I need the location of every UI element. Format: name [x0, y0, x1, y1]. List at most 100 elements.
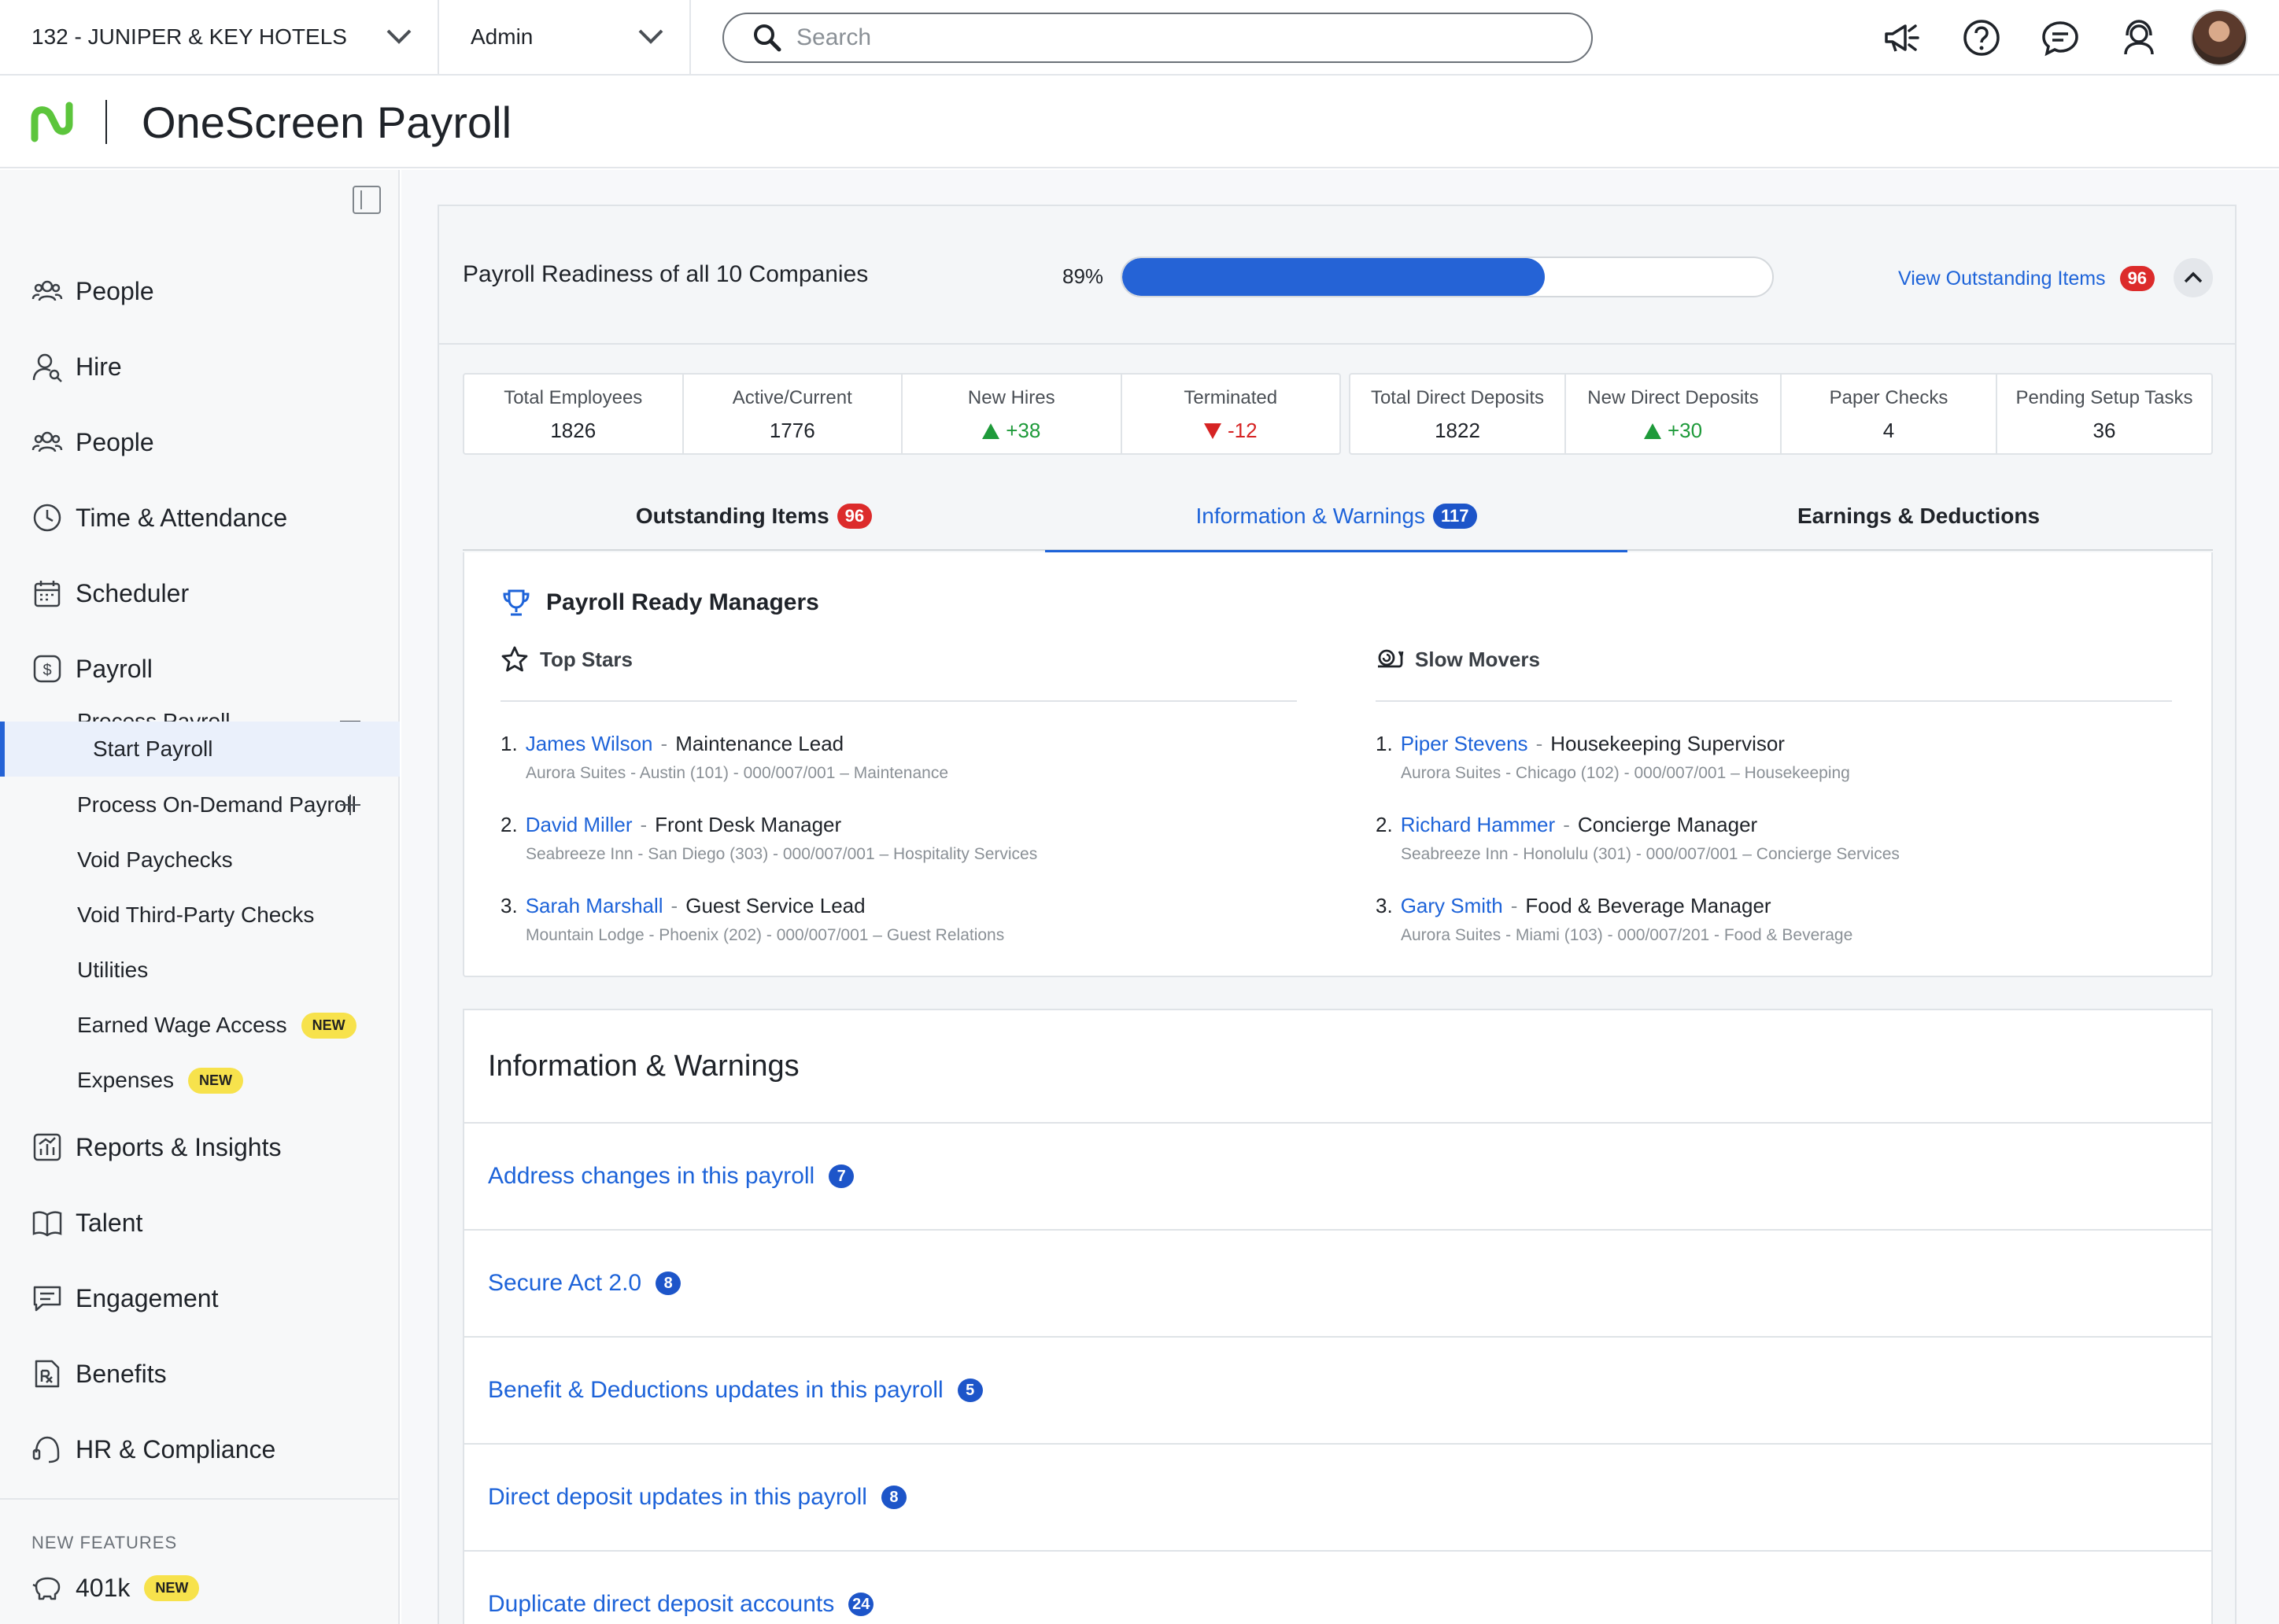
sidebar-subitem-start-payroll[interactable]: Start Payroll [0, 722, 400, 777]
stat-value-text: +30 [1667, 419, 1703, 442]
page-title: OneScreen Payroll [142, 97, 512, 147]
separator: - [1563, 813, 1570, 836]
sidebar-subitem-void-third-party[interactable]: Void Third-Party Checks [0, 888, 400, 943]
sidebar-item-hire[interactable]: Hire [0, 329, 400, 404]
slow-movers-column: Slow Movers 1. Piper Stevens - Housekeeping… [1376, 644, 2172, 945]
count-badge: 5 [957, 1379, 983, 1402]
sidebar-subitem-on-demand-payroll[interactable]: Process On-Demand Payroll [0, 777, 400, 832]
sidebar-subitem-label: Process On-Demand Payroll [77, 792, 356, 817]
count-badge: 24 [848, 1593, 874, 1616]
count-badge: 8 [881, 1486, 907, 1509]
sidebar-item-scheduler[interactable]: Scheduler [0, 555, 400, 631]
readiness-progress-fill [1122, 258, 1545, 296]
stat-value-text: -12 [1227, 419, 1258, 442]
view-outstanding-link[interactable]: View Outstanding Items 96 [1898, 266, 2155, 291]
info-row-benefit-deductions[interactable]: Benefit & Deductions updates in this pay… [464, 1338, 2211, 1445]
divider [500, 700, 1297, 702]
sidebar-subitem-utilities[interactable]: Utilities [0, 943, 400, 998]
sidebar-subitem-label: Void Third-Party Checks [77, 902, 315, 927]
info-row-label: Secure Act 2.0 [488, 1270, 642, 1296]
sidebar-item-engagement[interactable]: Engagement [0, 1260, 400, 1336]
benefits-icon [31, 1358, 63, 1390]
tab-information-warnings[interactable]: Information & Warnings 117 [1045, 482, 1627, 553]
megaphone-icon[interactable] [1879, 14, 1926, 61]
stat-value: -12 [1122, 419, 1340, 443]
info-row-secure-act[interactable]: Secure Act 2.0 8 [464, 1231, 2211, 1338]
stat-label: Total Direct Deposits [1370, 387, 1545, 408]
rank: 2. [1376, 813, 1393, 836]
manager-entry: 2. David Miller - Front Desk Manager Seabre… [500, 813, 1297, 864]
info-row-label: Address changes in this payroll [488, 1163, 815, 1189]
stat-label: Paper Checks [1829, 387, 1948, 408]
manager-name-link[interactable]: Sarah Marshall [526, 894, 663, 917]
dollar-icon: $ [31, 653, 63, 685]
sidebar-subitem-earned-wage-access[interactable]: Earned Wage Access NEW [0, 998, 400, 1053]
stat-label: New Direct Deposits [1587, 387, 1759, 408]
chat-icon[interactable] [2037, 14, 2084, 61]
clock-icon [31, 502, 63, 533]
manager-detail: Seabreeze Inn - Honolulu (301) - 000/007… [1401, 845, 1900, 863]
manager-entry: 1. Piper Stevens - Housekeeping Supervisor … [1376, 732, 2172, 783]
trend-up-icon [1643, 423, 1661, 439]
sidebar-item-reports-insights[interactable]: Reports & Insights [0, 1109, 400, 1185]
chart-icon [31, 1131, 63, 1163]
sidebar-item-label: Reports & Insights [76, 1132, 282, 1161]
help-icon[interactable] [1958, 14, 2005, 61]
manager-name-link[interactable]: Gary Smith [1401, 894, 1503, 917]
separator: - [660, 732, 668, 755]
sidebar-item-time-attendance[interactable]: Time & Attendance [0, 480, 400, 555]
sidebar-item-benefits[interactable]: Benefits [0, 1336, 400, 1412]
role-selector[interactable]: Admin [439, 0, 691, 75]
chevron-down-icon [638, 29, 663, 44]
sidebar-item-people-2[interactable]: People [0, 404, 400, 480]
stat-value: 1822 [1435, 419, 1480, 442]
stat-new-hires: New Hires +38 [903, 375, 1122, 453]
readiness-label: Payroll Readiness of all 10 Companies [463, 261, 869, 287]
sidebar-subitem-label: Utilities [77, 958, 149, 982]
outstanding-count-badge: 96 [2119, 266, 2155, 291]
slow-movers-heading: Slow Movers [1376, 644, 2172, 675]
info-row-duplicate-accounts[interactable]: Duplicate direct deposit accounts 24 [464, 1552, 2211, 1624]
search-input[interactable] [796, 24, 1505, 51]
manager-name-link[interactable]: Piper Stevens [1401, 732, 1528, 755]
tab-earnings-deductions[interactable]: Earnings & Deductions [1627, 482, 2210, 551]
top-stars-column: Top Stars 1. James Wilson - Maintenance Lea… [500, 644, 1297, 945]
support-agent-icon[interactable] [2115, 14, 2163, 61]
expand-plus-icon[interactable] [340, 795, 360, 815]
manager-detail: Aurora Suites - Austin (101) - 000/007/0… [526, 764, 948, 782]
manager-name-link[interactable]: James Wilson [526, 732, 653, 755]
calendar-icon [31, 578, 63, 609]
chevron-up-icon [2184, 271, 2203, 283]
sidebar-item-people[interactable]: People [0, 253, 400, 329]
user-avatar[interactable] [2191, 9, 2248, 66]
info-row-address-changes[interactable]: Address changes in this payroll 7 [464, 1124, 2211, 1231]
stat-terminated: Terminated -12 [1122, 375, 1340, 453]
trend-down-icon [1203, 423, 1221, 439]
stat-label: Terminated [1184, 387, 1278, 408]
sidebar-item-talent[interactable]: Talent [0, 1185, 400, 1260]
stat-label: Active/Current [732, 387, 852, 408]
message-icon [31, 1283, 63, 1314]
collapse-sidebar-button[interactable] [353, 186, 381, 214]
company-selector[interactable]: 132 - JUNIPER & KEY HOTELS [0, 0, 439, 75]
sidebar-item-hr-compliance[interactable]: HR & Compliance [0, 1412, 400, 1487]
top-stars-label: Top Stars [540, 647, 633, 671]
sidebar-subitem-expenses[interactable]: Expenses NEW [0, 1053, 400, 1108]
sidebar-item-label: Talent [76, 1208, 143, 1237]
sidebar-subitem-void-paychecks[interactable]: Void Paychecks [0, 832, 400, 888]
manager-entry: 2. Richard Hammer - Concierge Manager Seabr… [1376, 813, 2172, 864]
manager-role: Food & Beverage Manager [1525, 894, 1771, 917]
manager-name-link[interactable]: Richard Hammer [1401, 813, 1556, 836]
search-box[interactable] [722, 13, 1593, 63]
stat-pending-setup-tasks: Pending Setup Tasks 36 [1997, 375, 2211, 453]
sidebar-item-401k[interactable]: 401k NEW [0, 1550, 400, 1624]
role-name: Admin [471, 24, 534, 49]
tab-outstanding-items[interactable]: Outstanding Items 96 [463, 482, 1045, 551]
info-row-direct-deposit-updates[interactable]: Direct deposit updates in this payroll 8 [464, 1445, 2211, 1552]
manager-name-link[interactable]: David Miller [526, 813, 633, 836]
collapse-panel-button[interactable] [2174, 258, 2213, 297]
stat-label: Pending Setup Tasks [2015, 387, 2193, 408]
tab-count-badge: 96 [837, 504, 873, 529]
rank: 2. [500, 813, 518, 836]
manager-role: Guest Service Lead [685, 894, 866, 917]
